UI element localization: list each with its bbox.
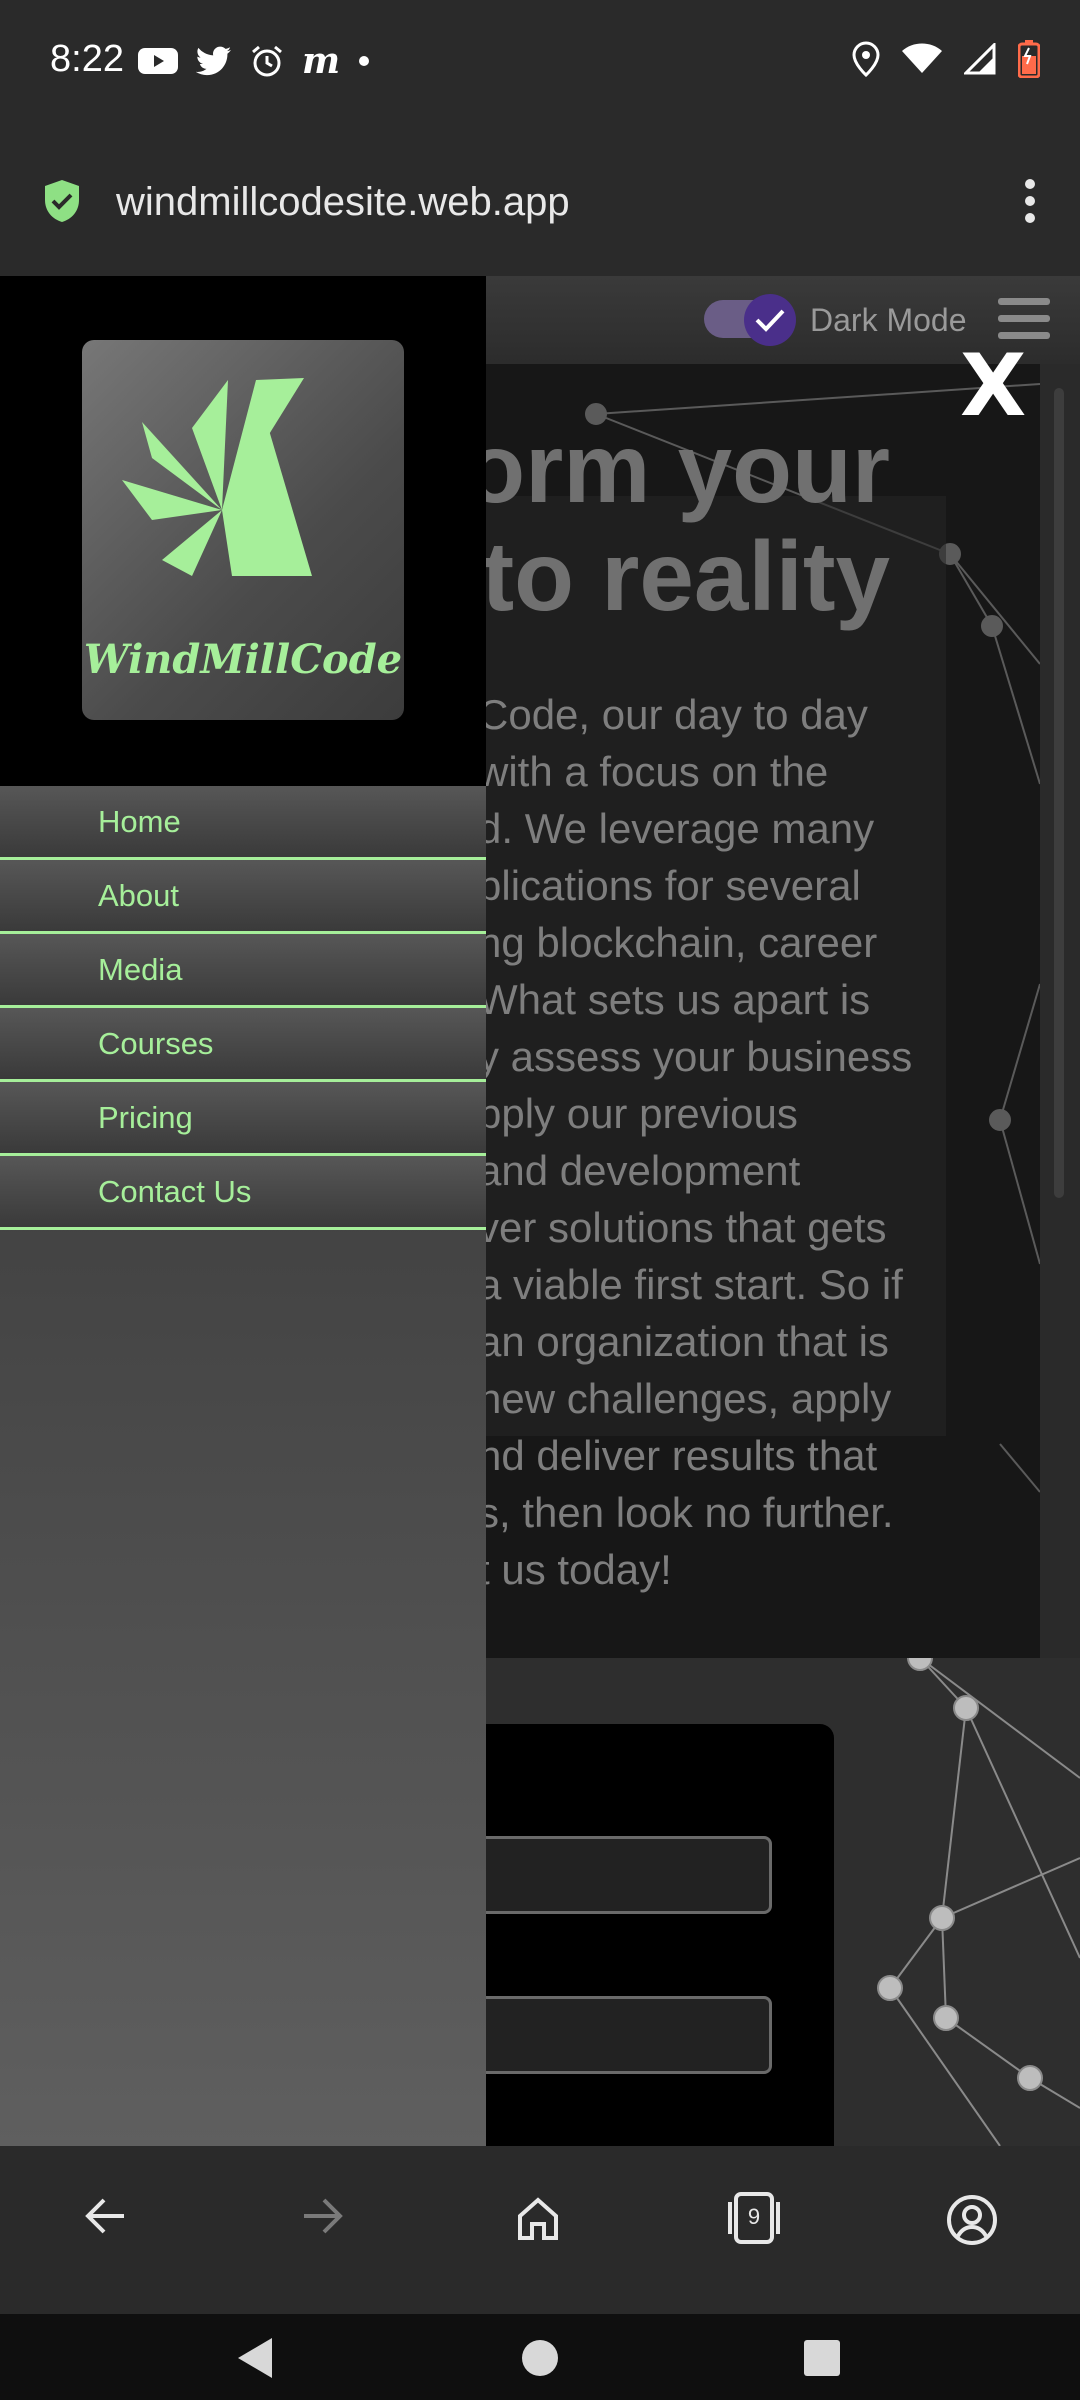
back-arrow-icon[interactable] [84,2194,128,2238]
dot-icon [359,56,370,66]
windmillcode-logo[interactable]: WindMillCode [82,340,404,720]
side-drawer: WindMillCode Home About Media Courses Pr… [0,276,486,2146]
contact-input-name[interactable] [440,1836,772,1914]
menu-item-contact-us[interactable]: Contact Us [0,1156,486,1230]
dark-mode-label: Dark Mode [810,302,967,338]
secure-shield-icon [45,180,79,222]
hero-body-line: plications for several [478,862,861,909]
m-app-icon: m [302,40,341,82]
hero-body-line: a viable first start. So if [478,1261,903,1308]
hero-body-line: t us today! [478,1546,672,1593]
hero-body-line: s, then look no further. [478,1489,894,1536]
signal-icon [964,43,996,75]
menu-item-courses[interactable]: Courses [0,1008,486,1082]
system-recents-icon[interactable] [802,2338,842,2378]
url-text[interactable]: windmillcodesite.web.app [116,180,570,225]
dark-mode-toggle[interactable] [744,294,796,346]
hero-body-line: What sets us apart is [478,976,871,1023]
browser-url-bar[interactable]: windmillcodesite.web.app [0,130,1080,276]
system-navigation-bar [0,2314,1080,2400]
hero-body-line: and development [478,1147,801,1194]
system-icons [852,40,1040,78]
alarm-icon [252,45,282,77]
system-back-icon[interactable] [236,2336,276,2380]
location-icon [852,41,880,77]
status-time: 8:22 [50,38,124,80]
menu-item-pricing[interactable]: Pricing [0,1082,486,1156]
twitter-icon [196,46,231,76]
windmill-icon [122,378,312,576]
system-home-icon[interactable] [520,2338,560,2378]
hero-body-line: Code, our day to day [478,691,868,738]
tabs-button[interactable]: 9 [724,2190,784,2246]
scrollbar-thumb[interactable] [1054,388,1064,1198]
status-bar: 8:22 m [0,0,1080,130]
close-drawer-button[interactable]: X [960,336,1026,436]
hero-body-line: with a focus on the [478,748,829,795]
more-menu-icon[interactable] [1024,178,1036,224]
account-icon[interactable] [946,2194,998,2246]
browser-bottom-bar: 9 [0,2146,1080,2314]
battery-icon [1018,40,1040,78]
notification-icons: m [138,40,370,82]
drawer-header: WindMillCode [0,276,486,786]
drawer-menu: Home About Media Courses Pricing Contact… [0,786,486,1230]
youtube-icon [138,48,178,74]
contact-input-email[interactable] [440,1996,772,2074]
hero-body-line: ver solutions that gets [478,1204,887,1251]
menu-item-about[interactable]: About [0,860,486,934]
hero-body-line: y assess your business [478,1033,913,1080]
hero-body-line: nd deliver results that [478,1432,878,1479]
hero-body-line: ng blockchain, career [478,919,878,966]
menu-item-media[interactable]: Media [0,934,486,1008]
wifi-icon [902,43,942,73]
hero-body-line: d. We leverage many [478,805,875,852]
logo-text: WindMillCode [83,636,403,683]
hero-body-line: new challenges, apply [478,1375,892,1422]
home-icon[interactable] [514,2194,562,2242]
forward-arrow-icon[interactable] [300,2194,344,2238]
hero-body-line: an organization that is [478,1318,889,1365]
hero-body-line: pply our previous [478,1090,798,1137]
check-icon [755,309,785,332]
menu-item-home[interactable]: Home [0,786,486,860]
tab-count: 9 [747,2204,761,2229]
